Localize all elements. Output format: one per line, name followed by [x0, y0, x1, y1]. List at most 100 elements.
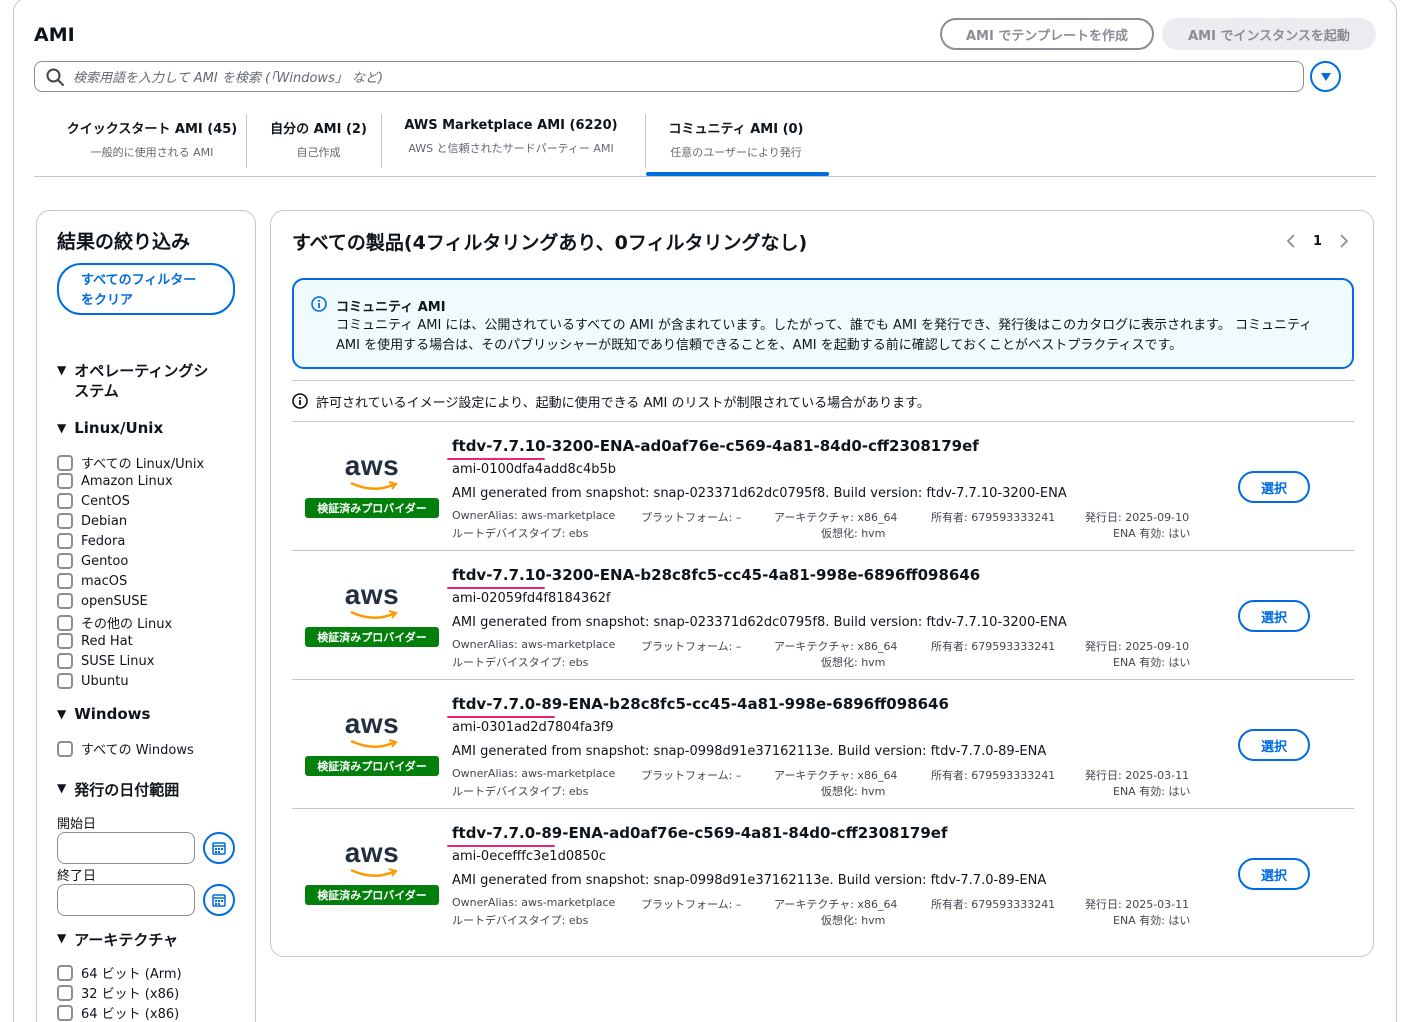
checkbox[interactable] — [57, 533, 73, 549]
owner-alias: OwnerAlias: aws-marketplace — [452, 509, 616, 522]
aws-logo: aws 検証済みプロバイダー — [305, 708, 439, 778]
chevron-left-icon[interactable] — [1281, 231, 1301, 251]
end-date-input[interactable] — [57, 884, 195, 916]
verified-provider-badge: 検証済みプロバイダー — [305, 498, 439, 518]
end-date-calendar-button[interactable] — [203, 884, 235, 916]
ami-description: AMI generated from snapshot: snap-0998d9… — [452, 873, 1047, 888]
checkbox-amazon-linux[interactable]: Amazon Linux — [57, 473, 173, 489]
checkbox[interactable] — [57, 740, 73, 757]
checkbox-x86-32[interactable]: 32 ビット (x86) — [57, 983, 179, 1002]
results-title: すべての製品(4フィルタリングあり、0フィルタリングなし) — [292, 232, 808, 254]
checkbox[interactable] — [57, 553, 73, 569]
checkbox[interactable] — [57, 653, 73, 669]
select-button[interactable]: 選択 — [1238, 858, 1310, 890]
checkbox-opensuse[interactable]: openSUSE — [57, 593, 148, 609]
root-device-type: ルートデバイスタイプ: ebs — [452, 785, 589, 798]
ami-description: AMI generated from snapshot: snap-023371… — [452, 615, 1067, 630]
checkbox-centos[interactable]: CentOS — [57, 493, 130, 509]
tab-marketplace[interactable]: AWS Marketplace AMI (6220) AWS と信頼されたサード… — [396, 118, 626, 168]
ami-id: ami-0301ad2d7804fa3f9 — [452, 720, 614, 735]
aws-smile-icon — [350, 868, 398, 877]
aws-logo: aws 検証済みプロバイダー — [305, 579, 439, 649]
caret-down-icon — [1320, 72, 1331, 81]
ami-id: ami-02059fd4f8184362f — [452, 591, 611, 606]
checkbox[interactable] — [57, 513, 73, 529]
checkbox[interactable] — [57, 473, 73, 489]
chevron-right-icon[interactable] — [1334, 231, 1354, 251]
checkbox-red-hat[interactable]: Red Hat — [57, 633, 133, 649]
select-button[interactable]: 選択 — [1238, 600, 1310, 632]
checkbox-windows-all[interactable]: すべての Windows — [57, 739, 194, 758]
checkbox-arm64[interactable]: 64 ビット (Arm) — [57, 963, 182, 982]
publish-date: 発行日: 2025-09-10 — [1085, 511, 1190, 524]
notice-bar: 許可されているイメージ設定により、起動に使用できる AMI のリストが制限されて… — [292, 380, 1354, 422]
checkbox-other-linux[interactable]: その他の Linux — [57, 613, 172, 632]
tab-quickstart[interactable]: クイックスタート AMI (45) 一般的に使用される AMI — [52, 118, 252, 168]
start-date-input[interactable] — [57, 832, 195, 864]
highlight-underline — [447, 845, 555, 847]
checkbox[interactable] — [57, 964, 73, 981]
ami-tabs: クイックスタート AMI (45) 一般的に使用される AMI 自分の AMI … — [34, 110, 1376, 177]
checkbox-linux-all[interactable]: すべての Linux/Unix — [57, 453, 204, 472]
launch-instance-button[interactable]: AMI でインスタンスを起動 — [1162, 18, 1376, 50]
search-input[interactable]: 検索用語を入力して AMI を検索 (「Windows」 など) — [34, 61, 1304, 92]
checkbox[interactable] — [57, 454, 73, 471]
os-section-header[interactable]: ▼ オペレーティングシ ステム — [57, 361, 208, 401]
checkbox[interactable] — [57, 633, 73, 649]
tab-my-ami[interactable]: 自分の AMI (2) 自己作成 — [256, 118, 381, 168]
checkbox[interactable] — [57, 984, 73, 1001]
arch-section-header[interactable]: ▼ アーキテクチャ — [57, 929, 178, 950]
checkbox-macos[interactable]: macOS — [57, 573, 127, 589]
checkbox[interactable] — [57, 493, 73, 509]
checkbox[interactable] — [57, 673, 73, 689]
checkbox-gentoo[interactable]: Gentoo — [57, 553, 128, 569]
checkbox-fedora[interactable]: Fedora — [57, 533, 125, 549]
platform: プラットフォーム: – — [641, 898, 742, 911]
info-body: コミュニティ AMI には、公開されているすべての AMI が含まれています。し… — [336, 318, 1313, 353]
architecture: アーキテクチャ: x86_64 — [774, 769, 898, 782]
verified-provider-badge: 検証済みプロバイダー — [305, 756, 439, 776]
search-icon — [46, 68, 64, 86]
notice-text: 許可されているイメージ設定により、起動に使用できる AMI のリストが制限されて… — [316, 395, 930, 411]
ena-enabled: ENA 有効: はい — [1113, 914, 1191, 927]
select-button[interactable]: 選択 — [1238, 729, 1310, 761]
caret-down-icon: ▼ — [57, 421, 67, 435]
checkbox-debian[interactable]: Debian — [57, 513, 127, 529]
owner: 所有者: 679593333241 — [931, 640, 1056, 653]
checkbox-x86-64[interactable]: 64 ビット (x86) — [57, 1003, 179, 1022]
caret-down-icon: ▼ — [57, 781, 67, 795]
tab-community[interactable]: コミュニティ AMI (0) 任意のユーザーにより発行 — [656, 118, 816, 168]
architecture: アーキテクチャ: x86_64 — [774, 640, 898, 653]
owner: 所有者: 679593333241 — [931, 511, 1056, 524]
owner: 所有者: 679593333241 — [931, 769, 1056, 782]
date-section-header[interactable]: ▼ 発行の日付範囲 — [57, 779, 179, 800]
info-alert: コミュニティ AMI コミュニティ AMI には、公開されているすべての AMI… — [292, 278, 1354, 369]
select-button[interactable]: 選択 — [1238, 471, 1310, 503]
checkbox[interactable] — [57, 614, 73, 631]
ami-result-row: aws 検証済みプロバイダー ftdv-7.7.10-3200-ENA-ad0a… — [292, 422, 1354, 551]
active-tab-indicator — [646, 172, 829, 176]
ami-id: ami-0ecefffc3e1d0850c — [452, 849, 607, 864]
root-device-type: ルートデバイスタイプ: ebs — [452, 914, 589, 927]
checkbox-ubuntu[interactable]: Ubuntu — [57, 673, 129, 689]
start-date-calendar-button[interactable] — [203, 832, 235, 864]
search-placeholder: 検索用語を入力して AMI を検索 (「Windows」 など) — [73, 71, 384, 86]
publish-date: 発行日: 2025-09-10 — [1085, 640, 1190, 653]
clear-filters-button[interactable]: すべてのフィルター をクリア — [57, 263, 235, 315]
checkbox[interactable] — [57, 593, 73, 609]
checkbox[interactable] — [57, 573, 73, 589]
owner-alias: OwnerAlias: aws-marketplace — [452, 767, 616, 780]
architecture: アーキテクチャ: x86_64 — [774, 511, 898, 524]
ena-enabled: ENA 有効: はい — [1113, 656, 1191, 669]
checkbox-suse-linux[interactable]: SUSE Linux — [57, 653, 154, 669]
ami-result-row: aws 検証済みプロバイダー ftdv-7.7.10-3200-ENA-b28c… — [292, 551, 1354, 680]
windows-section-header[interactable]: ▼ Windows — [57, 705, 150, 723]
checkbox[interactable] — [57, 1004, 73, 1021]
search-options-button[interactable] — [1310, 61, 1341, 92]
owner: 所有者: 679593333241 — [931, 898, 1056, 911]
ami-id: ami-0100dfa4add8c4b5b — [452, 462, 617, 477]
info-title: コミュニティ AMI — [336, 300, 446, 315]
page-number[interactable]: 1 — [1313, 234, 1322, 249]
linux-section-header[interactable]: ▼ Linux/Unix — [57, 419, 163, 437]
create-template-button[interactable]: AMI でテンプレートを作成 — [940, 18, 1154, 50]
